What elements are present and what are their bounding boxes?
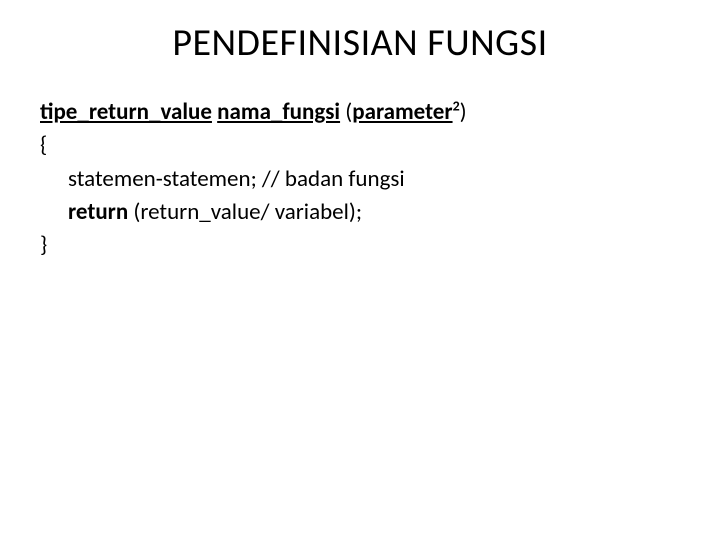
parameter-superscript: 2 xyxy=(453,97,460,114)
parameter-word: parameter xyxy=(352,98,452,126)
brace-close-line: } xyxy=(40,229,680,262)
statements-line: statemen-statemen; // badan fungsi xyxy=(40,163,680,196)
slide-title: PENDEFINISIAN FUNGSI xyxy=(40,20,680,66)
return-keyword: return xyxy=(68,198,128,226)
paren-close: ) xyxy=(460,98,467,126)
syntax-signature-line: tipe_return_value nama_fungsi (parameter… xyxy=(40,96,680,129)
return-type: tipe_return_value xyxy=(40,98,212,126)
return-line: return (return_value/ variabel); xyxy=(40,196,680,229)
function-name: nama_fungsi xyxy=(217,98,340,126)
return-rest: (return_value/ variabel); xyxy=(128,198,362,226)
syntax-block: tipe_return_value nama_fungsi (parameter… xyxy=(40,96,680,263)
brace-open-line: { xyxy=(40,129,680,162)
slide: PENDEFINISIAN FUNGSI tipe_return_value n… xyxy=(0,0,720,540)
